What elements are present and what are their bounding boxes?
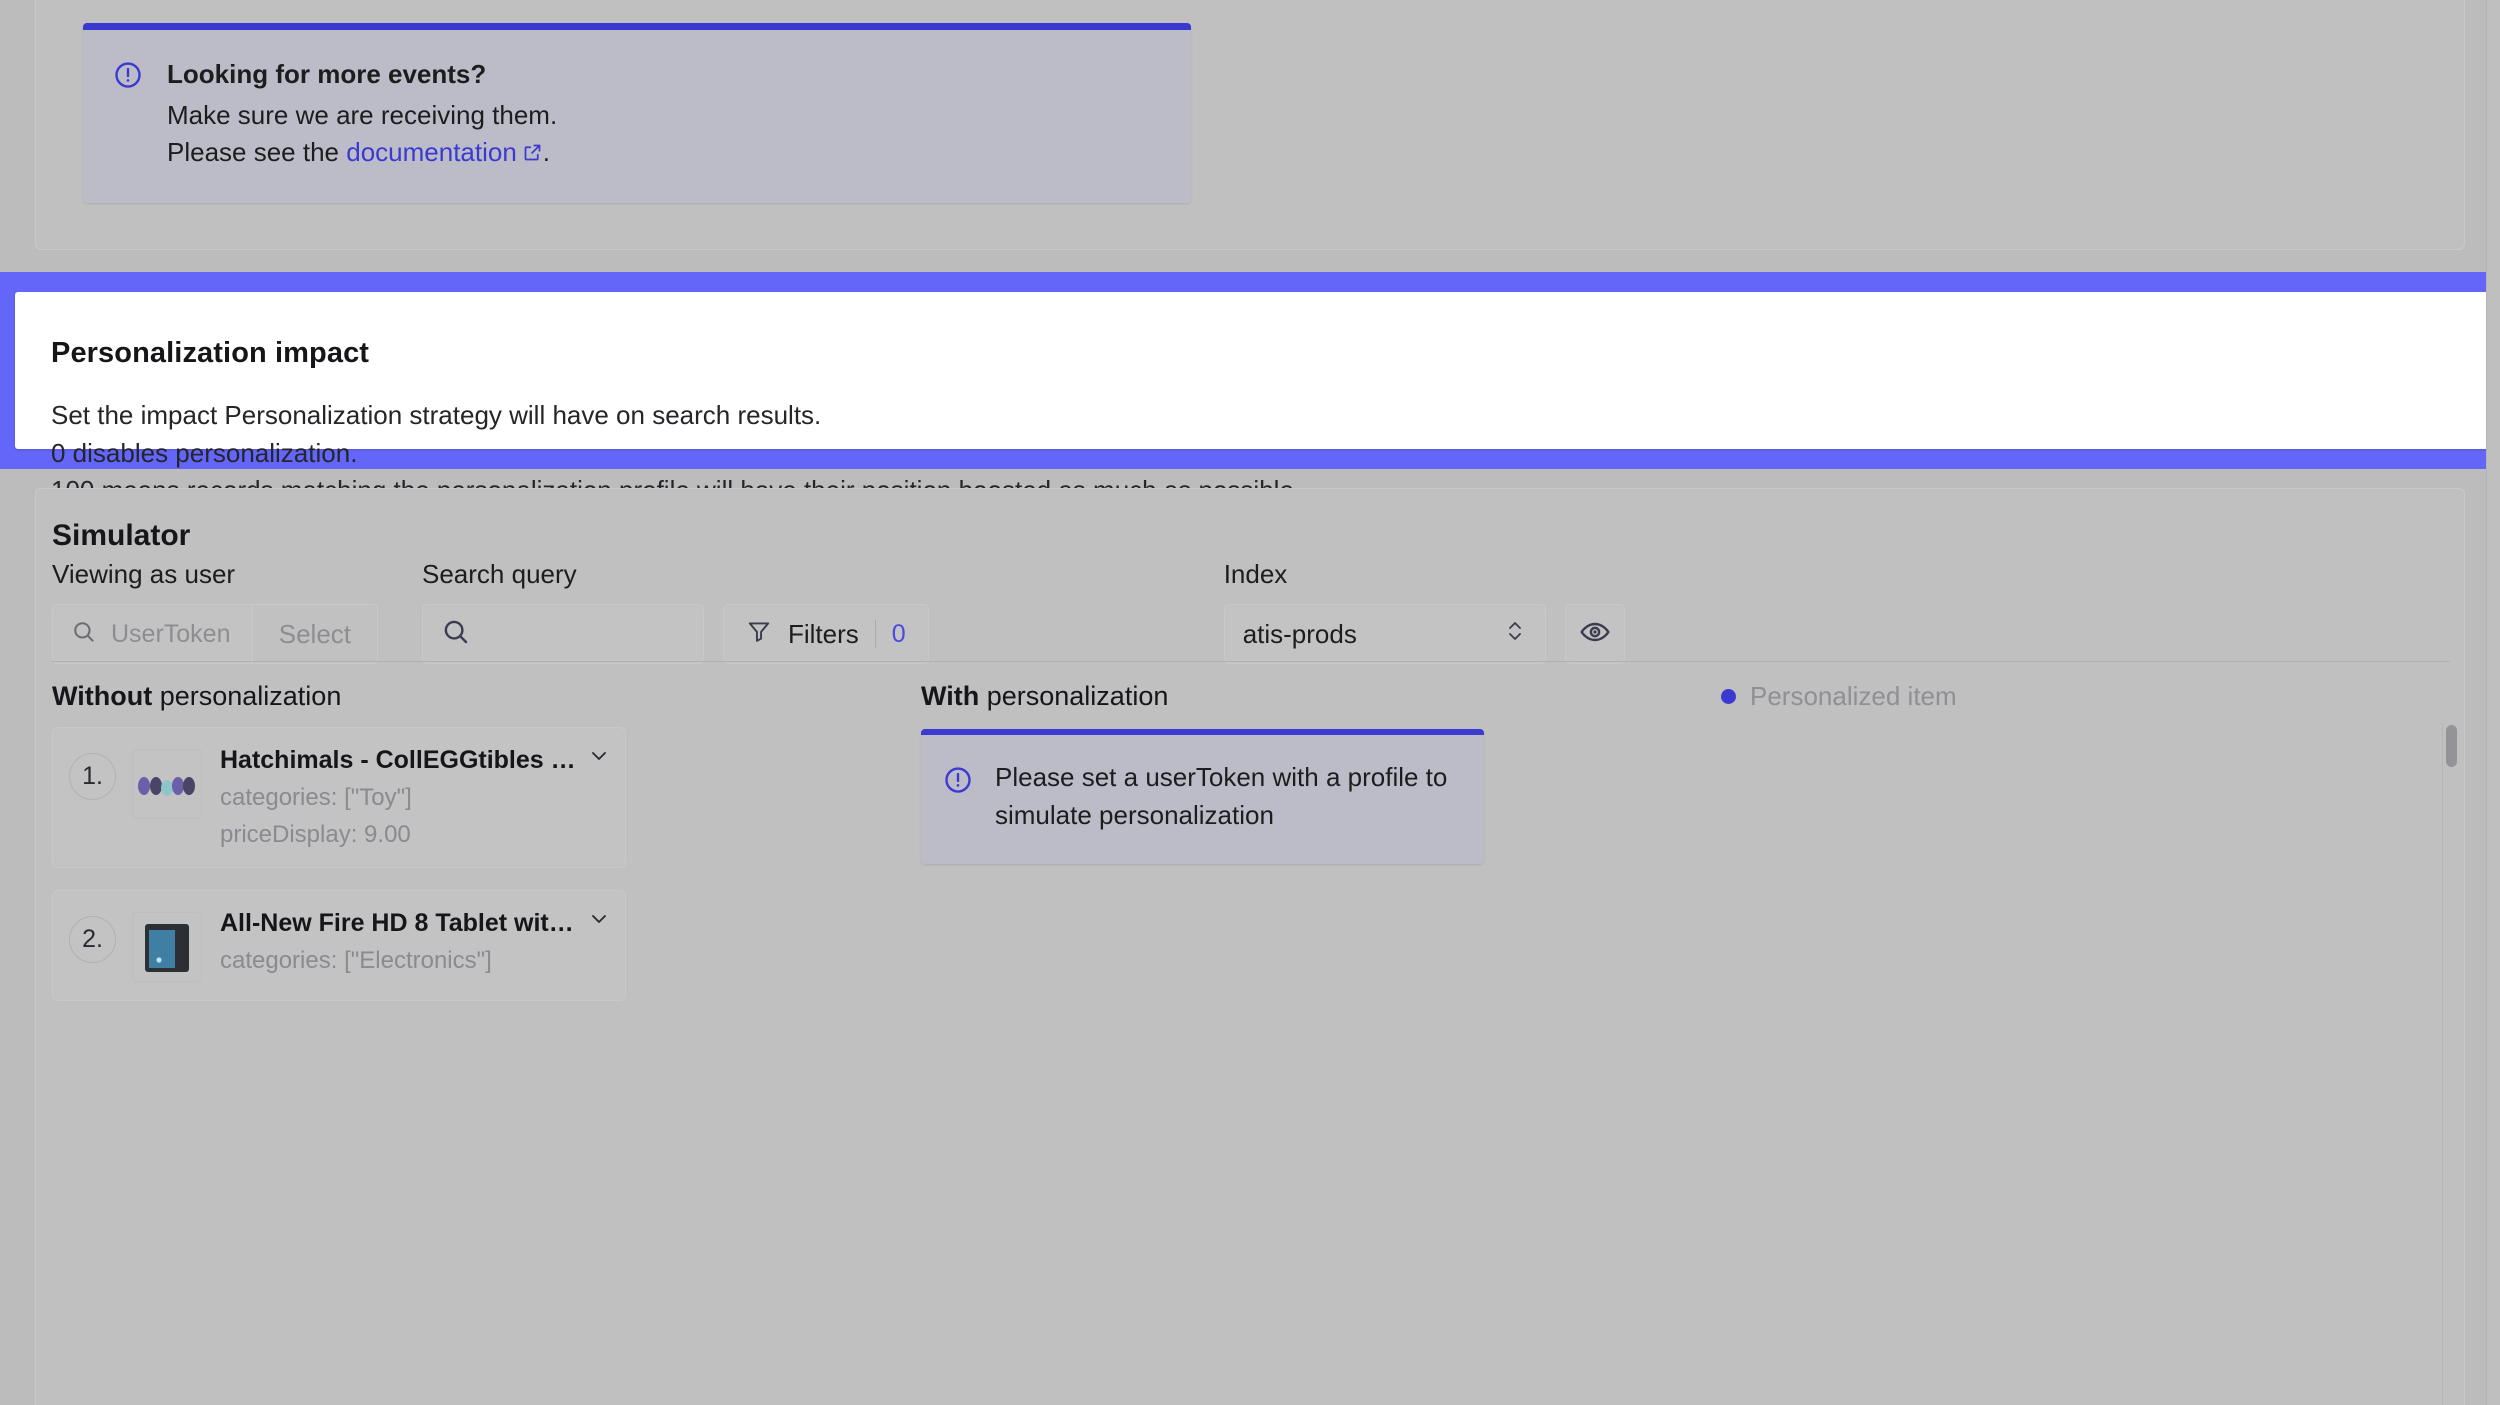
results-without-personalization: 1. Hatchimals - CollEGGtibles 4-Pack + B… [52,727,626,1023]
search-icon [71,619,97,650]
results-scrollbar-thumb[interactable] [2446,725,2457,767]
search-icon [441,617,471,652]
chevron-updown-icon [1503,616,1527,653]
events-callout: Looking for more events? Make sure we ar… [83,23,1191,203]
search-input[interactable] [422,604,704,664]
search-query-group: Search query Filters 0 [422,559,929,664]
legend-dot-icon [1721,689,1736,704]
viewing-as-user-label: Viewing as user [52,559,236,589]
filter-icon [746,618,772,651]
with-personalization-rest: personalization [979,681,1169,711]
with-personalization-header: With personalization [921,681,1721,712]
page-scrollbar[interactable] [2486,0,2500,1405]
result-categories: categories: ["Toy"] [220,784,412,811]
simulator-panel: Simulator Viewing as user UserToken Sele… [35,488,2465,1405]
without-personalization-rest: personalization [152,681,342,711]
list-item[interactable]: 2. All-New Fire HD 8 Tablet with Alexa, … [52,890,626,1001]
documentation-link-text: documentation [346,136,517,167]
without-personalization-header: Without personalization [52,681,921,712]
impact-desc-line2: 0 disables personalization. [51,437,358,468]
info-circle-icon [943,765,973,834]
impact-desc-line1: Set the impact Personalization strategy … [51,400,822,430]
results-scrollbar[interactable] [2442,723,2458,1405]
events-callout-line1: Make sure we are receiving them. [167,99,558,130]
tablet-thumbnail [132,912,202,982]
simulator-divider [52,661,2450,662]
info-circle-icon [113,60,143,173]
results-with-personalization: Please set a userToken with a profile to… [921,729,2434,865]
filters-count: 0 [891,619,906,648]
index-select[interactable]: atis-prods [1223,604,1546,664]
result-price: priceDisplay: 9.00 [220,821,411,848]
index-label: Index [1223,559,1288,589]
events-panel: Looking for more events? Make sure we ar… [35,0,2465,250]
select-user-button[interactable]: Select [252,604,378,664]
toy-eggs-thumbnail [132,749,202,819]
events-callout-line2-suffix: . [542,136,551,167]
usertoken-input[interactable]: UserToken [52,604,253,664]
usertoken-required-notice: Please set a userToken with a profile to… [921,729,1484,865]
with-personalization-bold: With [921,681,980,711]
viewing-as-user-group: Viewing as user UserToken Select [52,559,378,664]
preview-eye-button[interactable] [1564,604,1625,664]
result-title: Hatchimals - CollEGGtibles 4-Pack + Bonu… [220,746,583,774]
index-select-value: atis-prods [1242,618,1357,649]
filters-label: Filters [788,618,859,649]
simulator-controls-row: Viewing as user UserToken Select Search … [52,559,2450,664]
documentation-link[interactable]: documentation [346,137,517,167]
list-item[interactable]: 1. Hatchimals - CollEGGtibles 4-Pack + B… [52,727,626,868]
index-group: Index atis-prods [1223,559,1625,664]
usertoken-placeholder: UserToken [111,619,231,648]
result-rank: 2. [69,916,116,963]
chevron-down-icon[interactable] [587,907,611,936]
page-title: Personalization impact [51,337,370,369]
events-callout-line2: Please see the documentation. [167,134,557,173]
personalization-impact-card[interactable]: Personalization impact Set the impact Pe… [15,292,2489,658]
chevron-down-icon[interactable] [587,744,611,773]
search-query-label: Search query [422,559,577,589]
personalized-item-legend: Personalized item [1721,681,1957,712]
result-categories: categories: ["Electronics"] [220,947,492,974]
external-link-icon [522,136,543,173]
result-title: All-New Fire HD 8 Tablet with Alexa, 8" … [220,909,583,937]
usertoken-required-text: Please set a userToken with a profile to… [995,762,1448,830]
app-page: Looking for more events? Make sure we ar… [0,0,2500,1405]
eye-icon [1579,616,1611,653]
legend-label: Personalized item [1750,681,1957,711]
filters-divider [874,620,876,648]
results-columns-header: Without personalization With personaliza… [52,681,2450,712]
filters-button[interactable]: Filters 0 [723,604,929,664]
events-callout-title: Looking for more events? [167,59,487,89]
events-callout-line2-prefix: Please see the [167,136,347,167]
result-rank: 1. [69,753,116,800]
without-personalization-bold: Without [52,681,153,711]
simulator-title: Simulator [52,519,191,552]
